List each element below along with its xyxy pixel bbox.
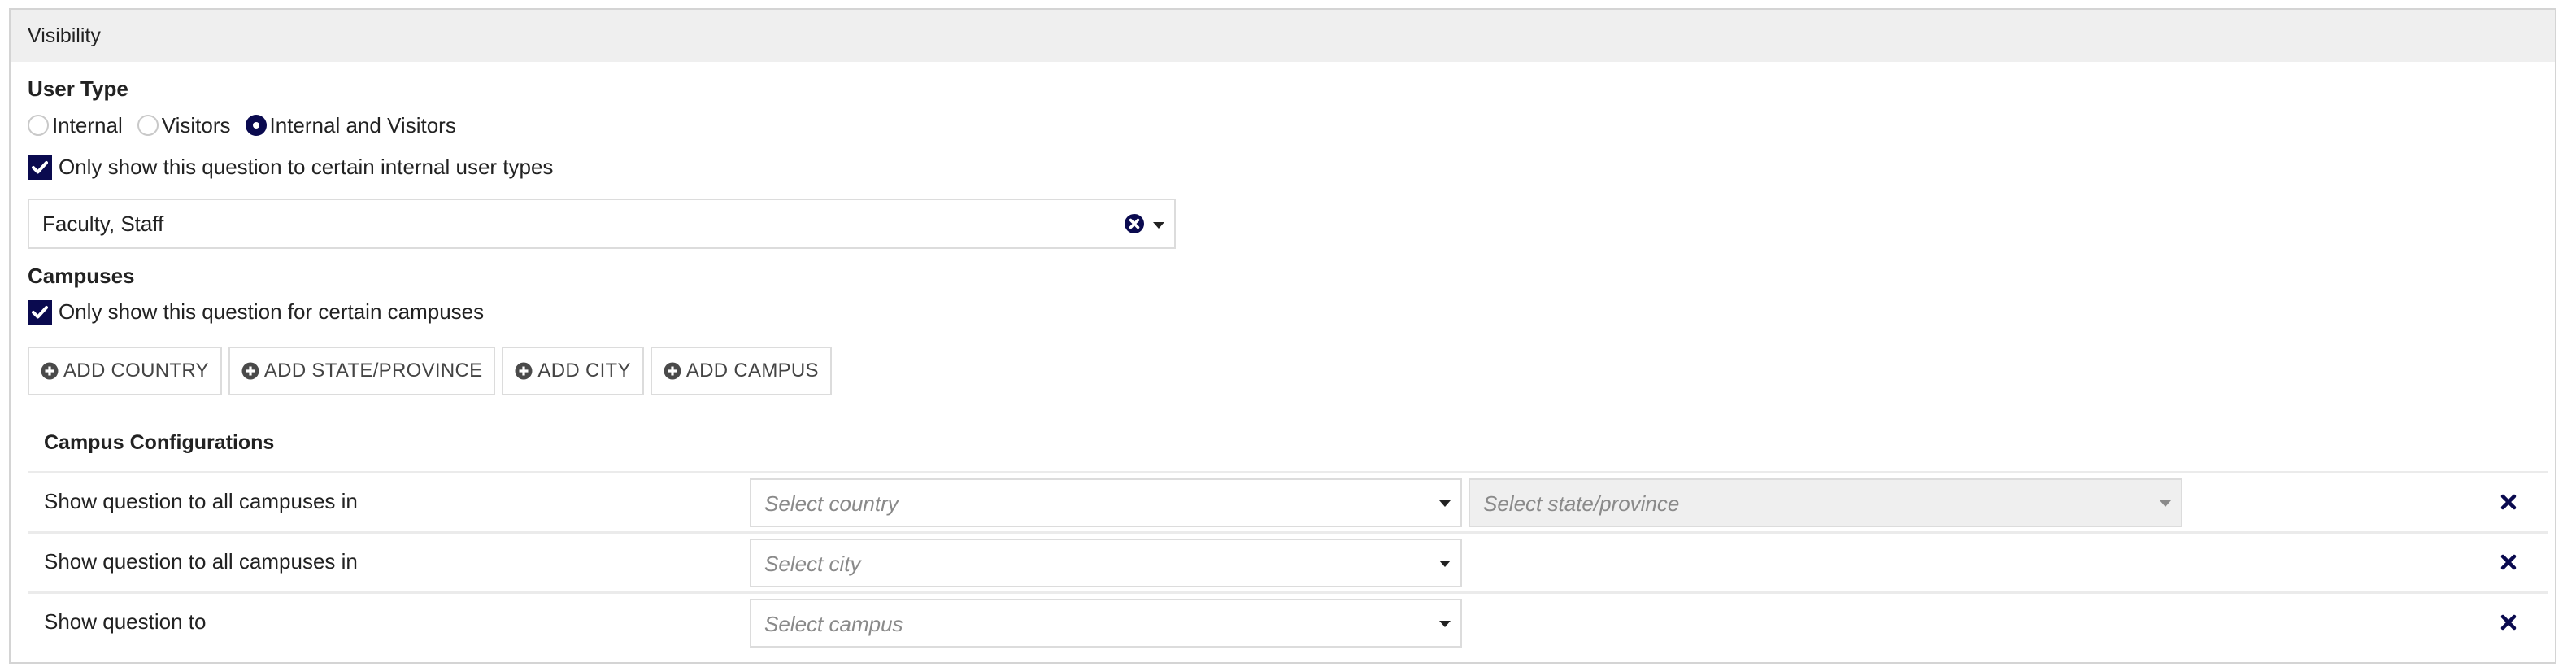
radio-visitors[interactable]: Visitors [137, 113, 231, 138]
campus-select[interactable]: Select campus [750, 599, 1462, 648]
add-state-province-button[interactable]: ADD STATE/PROVINCE [228, 347, 496, 395]
radio-label: Internal [52, 112, 123, 137]
chevron-down-icon [2160, 500, 2171, 507]
button-label: ADD CAMPUS [685, 360, 819, 382]
select-placeholder: Select state/province [1483, 491, 1680, 516]
plus-circle-icon [515, 362, 533, 380]
chevron-down-icon [1439, 500, 1451, 507]
campus-configurations-table: Show question to all campuses in Select … [28, 471, 2548, 652]
plus-circle-icon [41, 362, 59, 380]
clear-selection-icon[interactable] [1124, 213, 1145, 234]
config-row: Show question to all campuses in Select … [28, 531, 2548, 591]
campuses-checkbox-row[interactable]: Only show this question for certain camp… [28, 299, 484, 325]
radio-internal[interactable]: Internal [28, 113, 123, 138]
button-label: ADD CITY [537, 360, 631, 382]
city-select[interactable]: Select city [750, 539, 1462, 587]
checkmark-icon [32, 160, 48, 173]
button-label: ADD COUNTRY [63, 360, 209, 382]
internal-user-types-checkbox[interactable] [28, 155, 52, 180]
campuses-checkbox[interactable] [28, 299, 52, 325]
select-placeholder: Select country [764, 491, 899, 516]
remove-row-icon[interactable] [2500, 553, 2517, 571]
radio-button[interactable] [28, 115, 49, 136]
button-label: ADD STATE/PROVINCE [263, 360, 483, 382]
select-placeholder: Select city [764, 552, 861, 576]
plus-circle-icon [242, 362, 259, 380]
panel-header: Visibility [11, 10, 2555, 62]
internal-user-types-checkbox-row[interactable]: Only show this question to certain inter… [28, 155, 553, 180]
checkbox-label: Only show this question to certain inter… [59, 155, 554, 179]
row-label: Show question to all campuses in [44, 549, 358, 574]
radio-button-selected[interactable] [245, 115, 267, 136]
user-types-multiselect[interactable]: Faculty, Staff [28, 199, 1176, 249]
chevron-down-icon [1439, 561, 1451, 567]
remove-row-icon[interactable] [2500, 493, 2517, 511]
add-country-button[interactable]: ADD COUNTRY [28, 347, 222, 395]
add-campus-button[interactable]: ADD CAMPUS [650, 347, 832, 395]
config-row: Show question to Select campus [28, 591, 2548, 652]
campuses-label: Campuses [28, 264, 135, 288]
chevron-down-icon [1439, 621, 1451, 627]
row-label: Show question to all campuses in [44, 489, 358, 513]
visibility-panel: Visibility User Type Internal Visitors I… [9, 8, 2556, 664]
multiselect-value: Faculty, Staff [42, 212, 164, 236]
campus-configurations-title: Campus Configurations [44, 431, 275, 454]
user-type-radio-group: Internal Visitors Internal and Visitors [28, 111, 471, 139]
add-location-buttons: ADD COUNTRY ADD STATE/PROVINCE ADD CITY … [28, 347, 838, 395]
radio-label: Internal and Visitors [269, 112, 456, 137]
radio-button[interactable] [137, 115, 159, 136]
chevron-down-icon[interactable] [1153, 222, 1164, 229]
config-row: Show question to all campuses in Select … [28, 471, 2548, 531]
add-city-button[interactable]: ADD CITY [502, 347, 644, 395]
checkbox-label: Only show this question for certain camp… [59, 299, 485, 324]
row-label: Show question to [44, 609, 207, 634]
state-province-select: Select state/province [1469, 478, 2182, 527]
select-placeholder: Select campus [764, 612, 903, 636]
plus-circle-icon [664, 362, 681, 380]
remove-row-icon[interactable] [2500, 613, 2517, 631]
country-select[interactable]: Select country [750, 478, 1462, 527]
radio-internal-and-visitors[interactable]: Internal and Visitors [245, 112, 456, 138]
checkmark-icon [32, 305, 48, 318]
panel-title: Visibility [28, 24, 101, 47]
radio-label: Visitors [161, 112, 231, 137]
user-type-label: User Type [28, 76, 128, 101]
